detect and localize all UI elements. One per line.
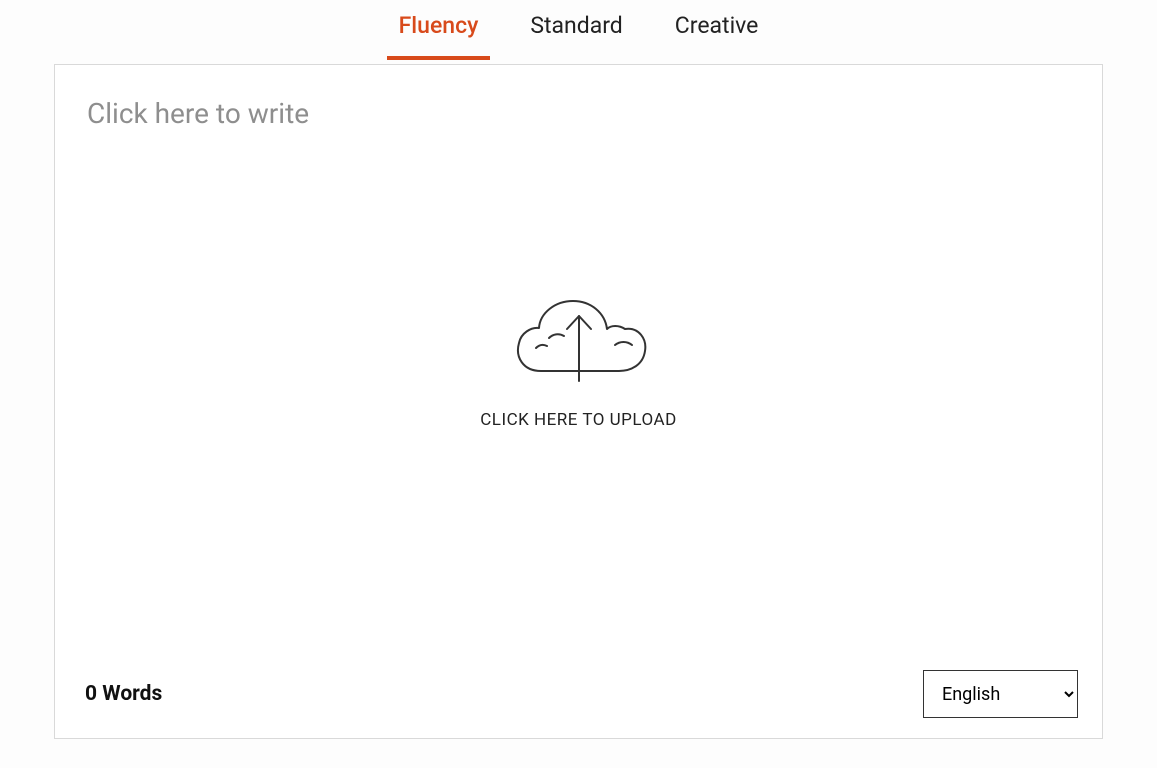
upload-label: CLICK HERE TO UPLOAD: [480, 410, 677, 430]
cloud-upload-icon: [509, 291, 649, 390]
word-count: 0 Words: [85, 682, 162, 706]
mode-tabs: Fluency Standard Creative: [54, 0, 1103, 60]
editor-panel: Click here to write CLICK HERE TO UPLOAD…: [54, 64, 1103, 739]
page-container: Fluency Standard Creative Click here to …: [0, 0, 1157, 739]
tab-creative[interactable]: Creative: [663, 0, 771, 60]
tab-fluency[interactable]: Fluency: [387, 0, 491, 60]
editor-footer: 0 Words English: [55, 656, 1102, 738]
language-select[interactable]: English: [923, 670, 1078, 718]
upload-zone[interactable]: CLICK HERE TO UPLOAD: [55, 65, 1102, 656]
text-editor[interactable]: Click here to write CLICK HERE TO UPLOAD: [55, 65, 1102, 656]
tab-standard[interactable]: Standard: [518, 0, 634, 60]
